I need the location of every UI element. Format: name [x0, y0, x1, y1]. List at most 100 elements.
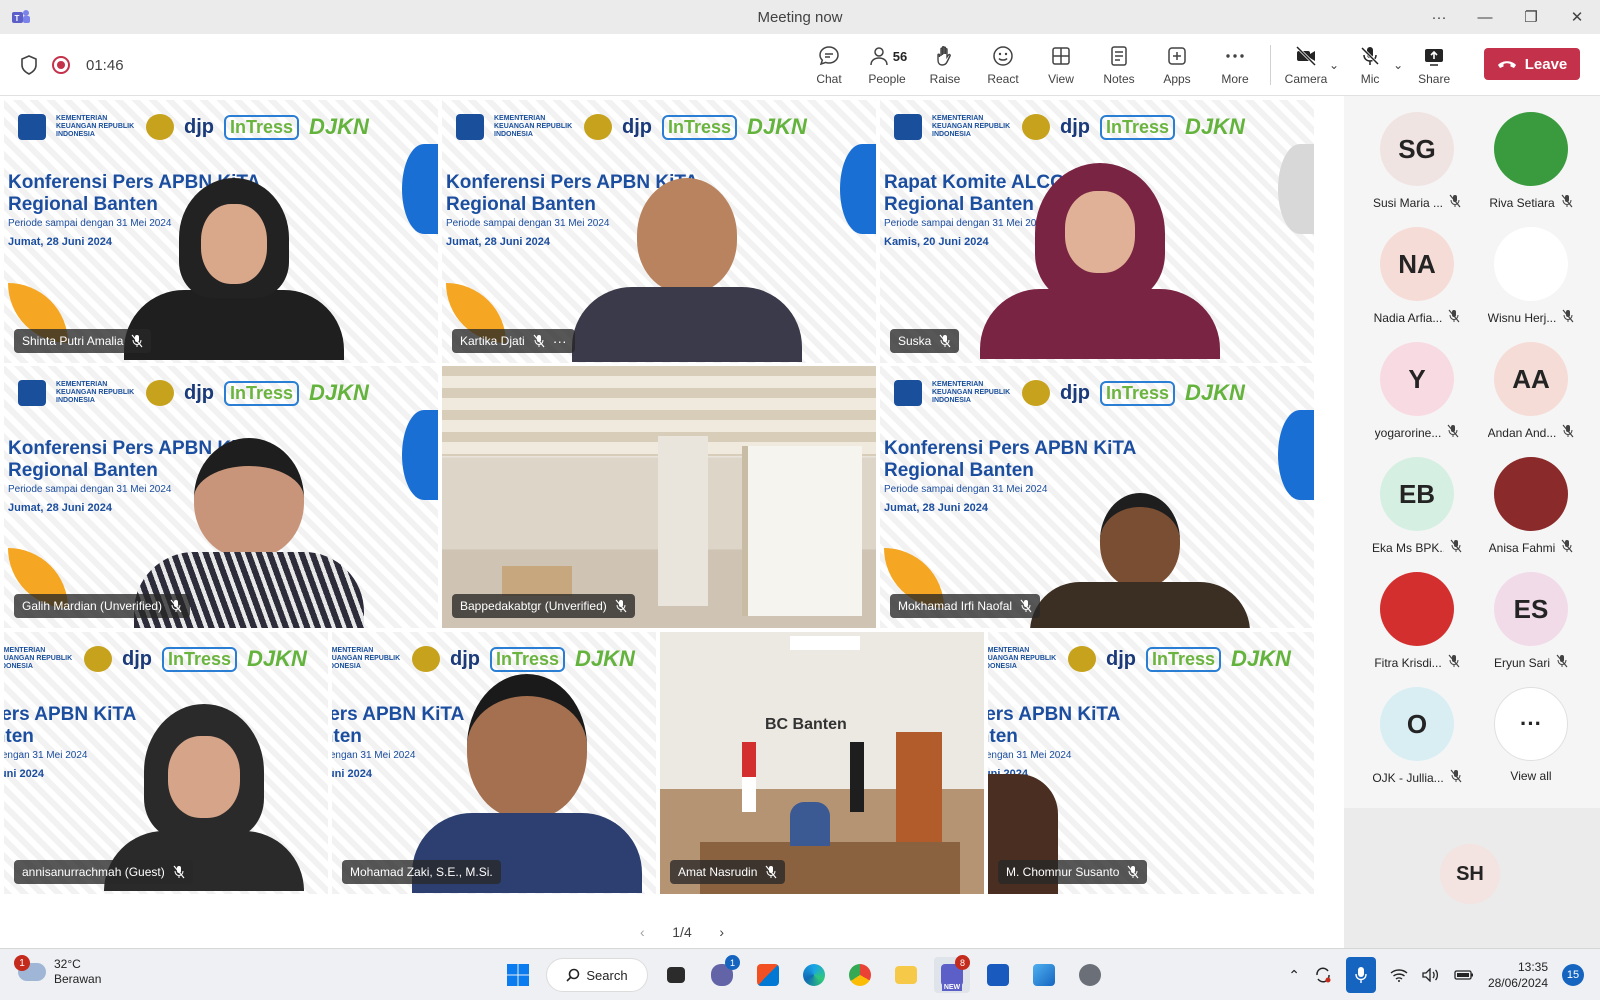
chevron-up-icon[interactable]: ⌃ [1288, 967, 1300, 984]
maximize-icon[interactable]: ❐ [1508, 0, 1554, 34]
banner-date: Jumat, 28 Juni 2024 [446, 236, 550, 248]
recording-icon [52, 56, 70, 74]
battery-icon[interactable] [1454, 969, 1474, 981]
edge-app-button[interactable] [796, 957, 832, 993]
roster-participant-name: Wisnu Herj... [1487, 310, 1557, 325]
volume-icon[interactable] [1422, 968, 1440, 982]
apps-button[interactable]: Apps [1148, 34, 1206, 96]
settings-app-button[interactable] [1072, 957, 1108, 993]
video-tile[interactable]: KEMENTERIAN KEUANGAN REPUBLIK INDONESIA … [4, 366, 438, 628]
video-tile[interactable]: KEMENTERIAN KEUANGAN REPUBLIK INDONESIA … [442, 100, 876, 363]
camera-button[interactable]: Camera [1277, 34, 1335, 96]
teams-badge: 8 [955, 955, 970, 970]
banner-date: Kamis, 20 Juni 2024 [884, 236, 989, 248]
roster-participant[interactable]: EB Eka Ms BPK... [1360, 457, 1474, 572]
more-options-icon[interactable]: ··· [1416, 0, 1462, 34]
leave-button[interactable]: Leave [1484, 48, 1580, 80]
roster-participant[interactable]: Wisnu Herj... [1474, 227, 1588, 342]
store-app-button[interactable] [750, 957, 786, 993]
roster-participant[interactable]: NA Nadia Arfia... [1360, 227, 1474, 342]
mic-off-icon [1361, 46, 1380, 66]
djkn-logo: DJKN [1231, 646, 1291, 671]
notes-button[interactable]: Notes [1090, 34, 1148, 96]
video-tile[interactable]: KEMENTERIAN KEUANGAN REPUBLIK INDONESIA … [4, 100, 438, 363]
video-tile[interactable]: KEMENTERIAN KEUANGAN REPUBLIK INDONESIA … [4, 632, 328, 894]
react-button[interactable]: React [974, 34, 1032, 96]
video-tile[interactable]: Bappedakabtgr (Unverified) [442, 366, 876, 628]
view-all-button[interactable]: ··· View all [1474, 687, 1588, 802]
roster-participant[interactable]: Fitra Krisdi... [1360, 572, 1474, 687]
teams-app-button[interactable]: 8 NEW [934, 955, 970, 993]
previous-page-chevron-icon[interactable]: ‹ [640, 924, 645, 940]
roster-participant[interactable]: Riva Setiara [1474, 112, 1588, 227]
more-label: More [1221, 72, 1249, 86]
word-app-button[interactable] [980, 957, 1016, 993]
roster-participant[interactable]: Yyogarorine... [1360, 342, 1474, 457]
sync-icon[interactable] [1314, 966, 1332, 984]
system-clock[interactable]: 13:35 28/06/2024 [1488, 959, 1548, 991]
task-view-button[interactable] [658, 957, 694, 993]
view-button[interactable]: View [1032, 34, 1090, 96]
camera-options-chevron-icon[interactable]: ⌄ [1329, 58, 1339, 72]
avatar [1494, 227, 1568, 301]
video-tile[interactable]: BC Banten Amat Nasrudin [660, 632, 984, 894]
door [896, 732, 942, 842]
banner-logos: KEMENTERIAN KEUANGAN REPUBLIK INDONESIA … [894, 114, 1245, 140]
file-explorer-button[interactable] [888, 957, 924, 993]
participant-name: Suska [898, 334, 932, 348]
grid-view-icon [1052, 47, 1070, 65]
next-page-chevron-icon[interactable]: › [719, 924, 724, 940]
smile-icon [993, 46, 1013, 66]
people-button[interactable]: 56 People [858, 34, 916, 96]
taskbar-search[interactable]: Search [546, 958, 648, 992]
video-tile-active-speaker[interactable]: KEMENTERIAN KEUANGAN REPUBLIK INDONESIA … [332, 632, 656, 894]
close-icon[interactable]: ✕ [1554, 0, 1600, 34]
video-tile[interactable]: KEMENTERIAN KEUANGAN REPUBLIK INDONESIA … [988, 632, 1314, 894]
photos-app-button[interactable] [1026, 957, 1062, 993]
mic-muted-icon [533, 334, 545, 348]
phone-hangup-icon [1497, 61, 1516, 68]
notes-icon [1111, 46, 1127, 66]
chrome-app-button[interactable] [842, 957, 878, 993]
view-all-label: View all [1510, 769, 1552, 783]
participant-name-tag: Amat Nasrudin [670, 860, 786, 884]
mic-muted-icon [1562, 309, 1574, 326]
chat-app-button[interactable]: 1 [704, 955, 740, 993]
mic-muted-icon [173, 865, 185, 879]
participant-body [124, 290, 344, 360]
kemenkeu-text: KEMENTERIAN KEUANGAN REPUBLIK INDONESIA [4, 647, 73, 670]
avatar[interactable]: SH [1440, 844, 1500, 904]
mic-label: Mic [1360, 72, 1380, 86]
roster-participant[interactable]: AA Andan And... [1474, 342, 1588, 457]
banner-period: Periode sampai dengan 31 Mei 2024 [332, 750, 416, 761]
kemenkeu-logo [18, 114, 46, 140]
edge-icon [803, 964, 825, 986]
window-title: Meeting now [757, 9, 843, 26]
banner-date: Jumat, 28 Juni 2024 [332, 768, 372, 780]
minimize-icon[interactable]: — [1462, 0, 1508, 34]
participant-name: Shinta Putri Amalia [22, 334, 124, 348]
notification-count-badge[interactable]: 15 [1562, 964, 1584, 986]
djp-logo: djp [184, 115, 214, 138]
tile-more-icon[interactable]: ··· [553, 333, 567, 349]
headline-line-1: Konferensi Pers APBN KiTA [988, 704, 1121, 725]
roster-participant[interactable]: SG Susi Maria ... [1360, 112, 1474, 227]
weather-widget[interactable]: 1 32°C Berawan [14, 955, 101, 987]
windows-start-button[interactable] [500, 957, 536, 993]
more-button[interactable]: More [1206, 34, 1264, 96]
video-tile[interactable]: KEMENTERIAN KEUANGAN REPUBLIK INDONESIA … [880, 366, 1314, 628]
share-button[interactable]: Share [1405, 34, 1463, 96]
raise-hand-button[interactable]: Raise [916, 34, 974, 96]
video-tile[interactable]: KEMENTERIAN KEUANGAN REPUBLIK INDONESIA … [880, 100, 1314, 363]
roster-participant[interactable]: ES Eryun Sari [1474, 572, 1588, 687]
shield-icon[interactable] [20, 55, 38, 75]
wifi-icon[interactable] [1390, 968, 1408, 982]
mic-in-use-button[interactable] [1345, 957, 1376, 993]
weather-text: 32°C Berawan [54, 957, 101, 987]
roster-participant[interactable]: O OJK - Jullia... [1360, 687, 1474, 802]
roster-participant[interactable]: Anisa Fahmi [1474, 457, 1588, 572]
mic-button[interactable]: Mic [1341, 34, 1399, 96]
chat-button[interactable]: Chat [800, 34, 858, 96]
mic-muted-icon [1450, 539, 1462, 556]
mic-options-chevron-icon[interactable]: ⌄ [1393, 58, 1403, 72]
